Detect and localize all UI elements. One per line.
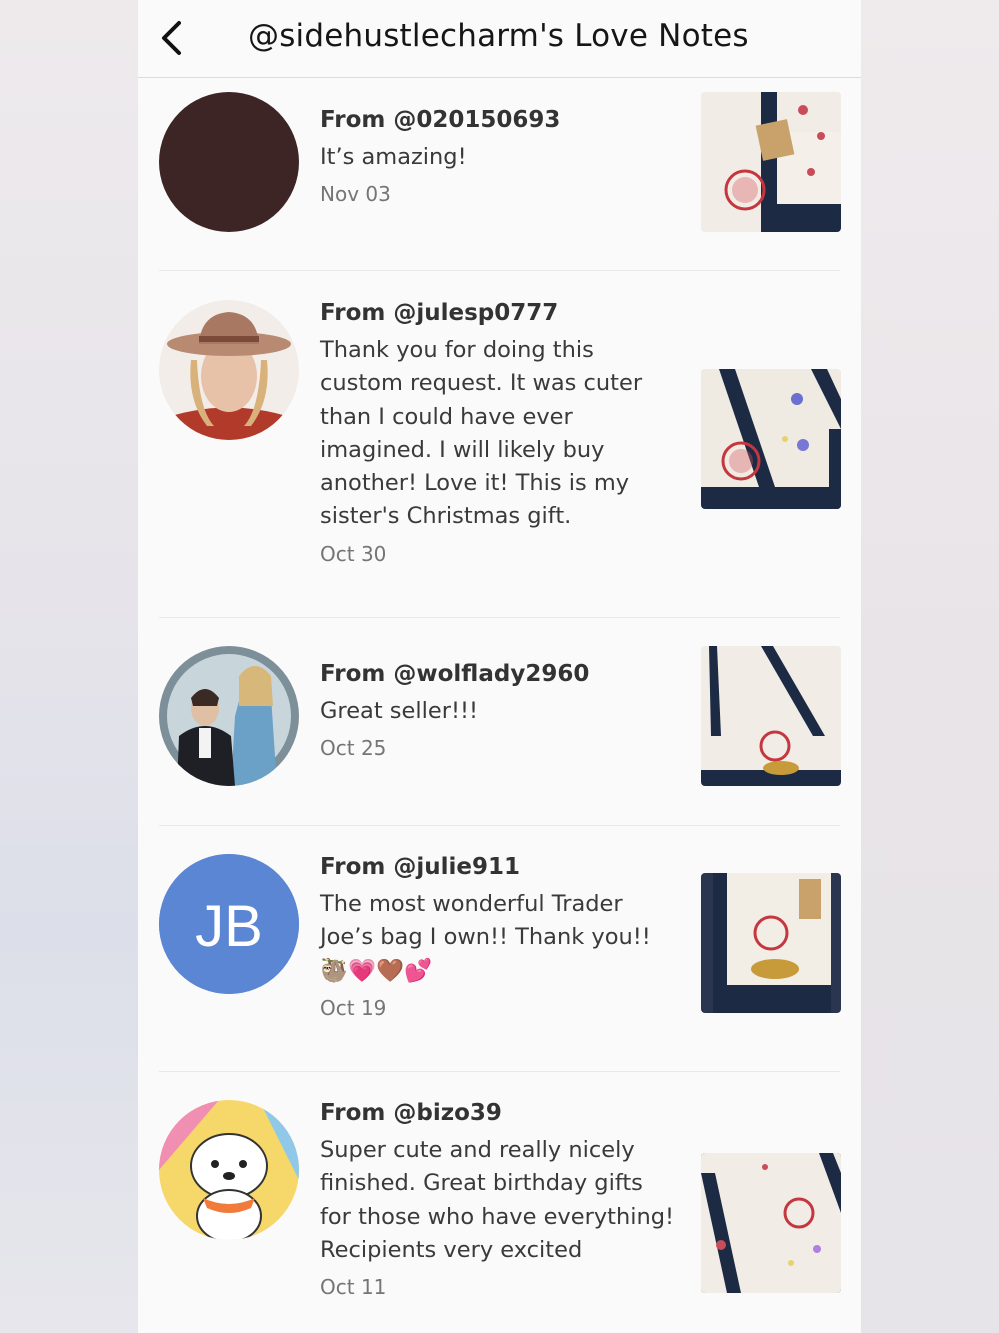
- avatar[interactable]: [159, 646, 299, 786]
- love-notes-screen: @sidehustlecharm's Love Notes From @0201…: [138, 0, 861, 1333]
- product-thumbnail[interactable]: [701, 873, 841, 1013]
- avatar[interactable]: JB: [159, 854, 299, 994]
- product-thumbnail[interactable]: [701, 92, 841, 232]
- divider: [159, 270, 840, 271]
- note-author[interactable]: From @bizo39: [320, 1098, 680, 1128]
- note-message: It’s amazing!: [320, 144, 467, 170]
- background-left: [0, 0, 138, 1333]
- avatar[interactable]: [159, 300, 299, 440]
- love-note-item: From @julesp0777 Thank you for doing thi…: [159, 298, 841, 600]
- product-thumbnail[interactable]: [701, 646, 841, 786]
- product-thumbnail[interactable]: [701, 369, 841, 509]
- back-button[interactable]: [154, 18, 194, 58]
- product-thumbnail[interactable]: [701, 1153, 841, 1293]
- note-author[interactable]: From @julie911: [320, 852, 680, 882]
- page-title: @sidehustlecharm's Love Notes: [248, 18, 749, 54]
- note-date: Oct 25: [320, 736, 387, 761]
- note-message: Great seller!!!: [320, 698, 479, 724]
- top-bar: @sidehustlecharm's Love Notes: [138, 0, 861, 78]
- background-right: [861, 0, 999, 1333]
- divider: [159, 1071, 840, 1072]
- love-note-item: From @bizo39 Super cute and really nicel…: [159, 1098, 841, 1333]
- note-date: Oct 11: [320, 1275, 387, 1300]
- divider: [159, 825, 840, 826]
- avatar[interactable]: [159, 1100, 299, 1240]
- note-date: Oct 19: [320, 995, 387, 1020]
- note-date: Nov 03: [320, 182, 391, 207]
- note-author[interactable]: From @julesp0777: [320, 298, 680, 328]
- note-date: Oct 30: [320, 541, 387, 566]
- note-message: Super cute and really nicely finished. G…: [320, 1137, 675, 1263]
- note-message: Thank you for doing this custom request.…: [320, 337, 643, 530]
- love-note-item: From @020150693 It’s amazing! Nov 03: [159, 92, 841, 252]
- divider: [159, 617, 840, 618]
- love-note-item: From @wolflady2960 Great seller!!! Oct 2…: [159, 646, 841, 806]
- avatar[interactable]: [159, 92, 299, 232]
- note-author[interactable]: From @wolflady2960: [320, 659, 680, 689]
- svg-text:JB: JB: [195, 894, 263, 959]
- chevron-left-icon: [162, 21, 181, 55]
- note-message: The most wonderful Trader Joe’s bag I ow…: [320, 891, 651, 984]
- love-note-item: JB From @julie911 The most wonderful Tra…: [159, 852, 841, 1044]
- note-author[interactable]: From @020150693: [320, 105, 680, 135]
